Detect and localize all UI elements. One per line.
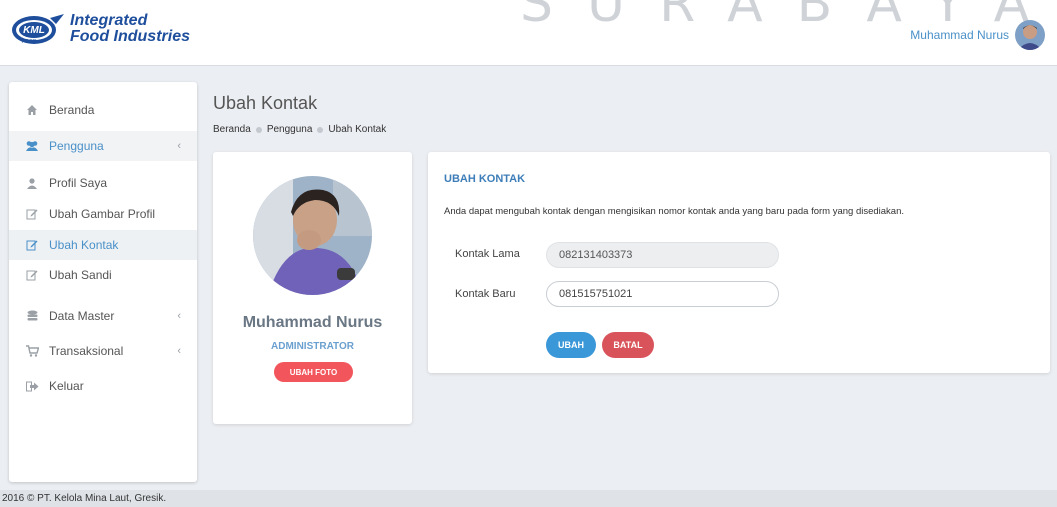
brand-name-line1: Integrated: [70, 12, 148, 29]
change-contact-form: UBAH KONTAK Anda dapat mengubah kontak d…: [428, 152, 1050, 373]
sidebar-item-label: Profil Saya: [49, 176, 108, 190]
user-icon: [25, 176, 39, 190]
sidebar-item-label: Ubah Sandi: [49, 268, 112, 282]
page-title: Ubah Kontak: [213, 93, 318, 113]
breadcrumb-separator: [317, 126, 324, 133]
user-menu[interactable]: Muhammad Nurus: [910, 20, 1045, 50]
logout-icon: [25, 379, 39, 393]
new-contact-field[interactable]: 081515751021: [546, 281, 779, 307]
user-name[interactable]: Muhammad Nurus: [910, 28, 1009, 42]
sidebar-item-profil-saya[interactable]: Profil Saya: [9, 168, 197, 198]
cart-icon: [25, 344, 39, 358]
sidebar-item-label: Pengguna: [49, 139, 104, 153]
breadcrumb-item-pengguna[interactable]: Pengguna: [267, 124, 313, 135]
submit-button[interactable]: UBAH: [546, 332, 596, 358]
database-icon: [25, 309, 39, 323]
edit-icon: [25, 207, 39, 221]
form-description: Anda dapat mengubah kontak dengan mengis…: [444, 206, 905, 217]
sidebar-item-label: Transaksional: [49, 344, 124, 358]
home-icon: [25, 103, 39, 117]
logo-subtext: FOOD: [22, 39, 37, 45]
edit-icon: [25, 268, 39, 282]
sidebar-item-data-master[interactable]: Data Master ‹: [9, 301, 197, 331]
profile-card: Muhammad Nurus ADMINISTRATOR UBAH FOTO: [213, 152, 412, 424]
profile-photo: [253, 176, 372, 295]
kml-logo-icon: KML FOOD: [10, 10, 66, 48]
profile-role: ADMINISTRATOR: [271, 341, 354, 352]
sidebar-item-label: Ubah Gambar Profil: [49, 207, 156, 221]
sidebar-item-pengguna[interactable]: Pengguna ‹: [9, 131, 197, 161]
sidebar-item-keluar[interactable]: Keluar: [9, 371, 197, 401]
sidebar-item-label: Beranda: [49, 103, 95, 117]
profile-name: Muhammad Nurus: [242, 314, 383, 331]
chevron-left-icon: ‹: [177, 345, 181, 357]
logo-text: KML: [23, 25, 45, 36]
chevron-left-icon: ‹: [177, 310, 181, 322]
breadcrumb-item-current: Ubah Kontak: [328, 124, 387, 135]
sidebar-item-label: Ubah Kontak: [49, 238, 119, 252]
sidebar-item-label: Data Master: [49, 309, 115, 323]
new-contact-label: Kontak Baru: [455, 288, 516, 300]
old-contact-label: Kontak Lama: [455, 248, 520, 260]
cancel-button[interactable]: BATAL: [602, 332, 654, 358]
sidebar-item-label: Keluar: [49, 379, 84, 393]
form-heading: UBAH KONTAK: [444, 173, 526, 185]
breadcrumb-separator: [255, 126, 262, 133]
old-contact-field: 082131403373: [546, 242, 779, 268]
change-photo-button[interactable]: UBAH FOTO: [274, 362, 353, 382]
avatar[interactable]: [1015, 20, 1045, 50]
edit-icon: [25, 238, 39, 252]
brand-name-line2: Food Industries: [70, 28, 190, 45]
chevron-left-icon: ‹: [177, 140, 181, 152]
sidebar-item-ubah-kontak[interactable]: Ubah Kontak: [9, 230, 197, 260]
sidebar: Beranda Pengguna ‹ Profil Saya Ubah Gamb…: [9, 82, 197, 482]
sidebar-item-transaksional[interactable]: Transaksional ‹: [9, 336, 197, 366]
footer: 2016 © PT. Kelola Mina Laut, Gresik.: [0, 490, 1057, 507]
sidebar-item-ubah-gambar-profil[interactable]: Ubah Gambar Profil: [9, 199, 197, 229]
sidebar-item-beranda[interactable]: Beranda: [9, 95, 197, 125]
users-icon: [25, 139, 39, 153]
breadcrumb: Beranda Pengguna Ubah Kontak: [213, 124, 386, 135]
breadcrumb-item-beranda[interactable]: Beranda: [213, 124, 251, 135]
top-header: KML FOOD Integrated Food Industries SURA…: [0, 0, 1057, 66]
sidebar-item-ubah-sandi[interactable]: Ubah Sandi: [9, 260, 197, 290]
brand-logo[interactable]: KML FOOD Integrated Food Industries: [10, 10, 190, 48]
